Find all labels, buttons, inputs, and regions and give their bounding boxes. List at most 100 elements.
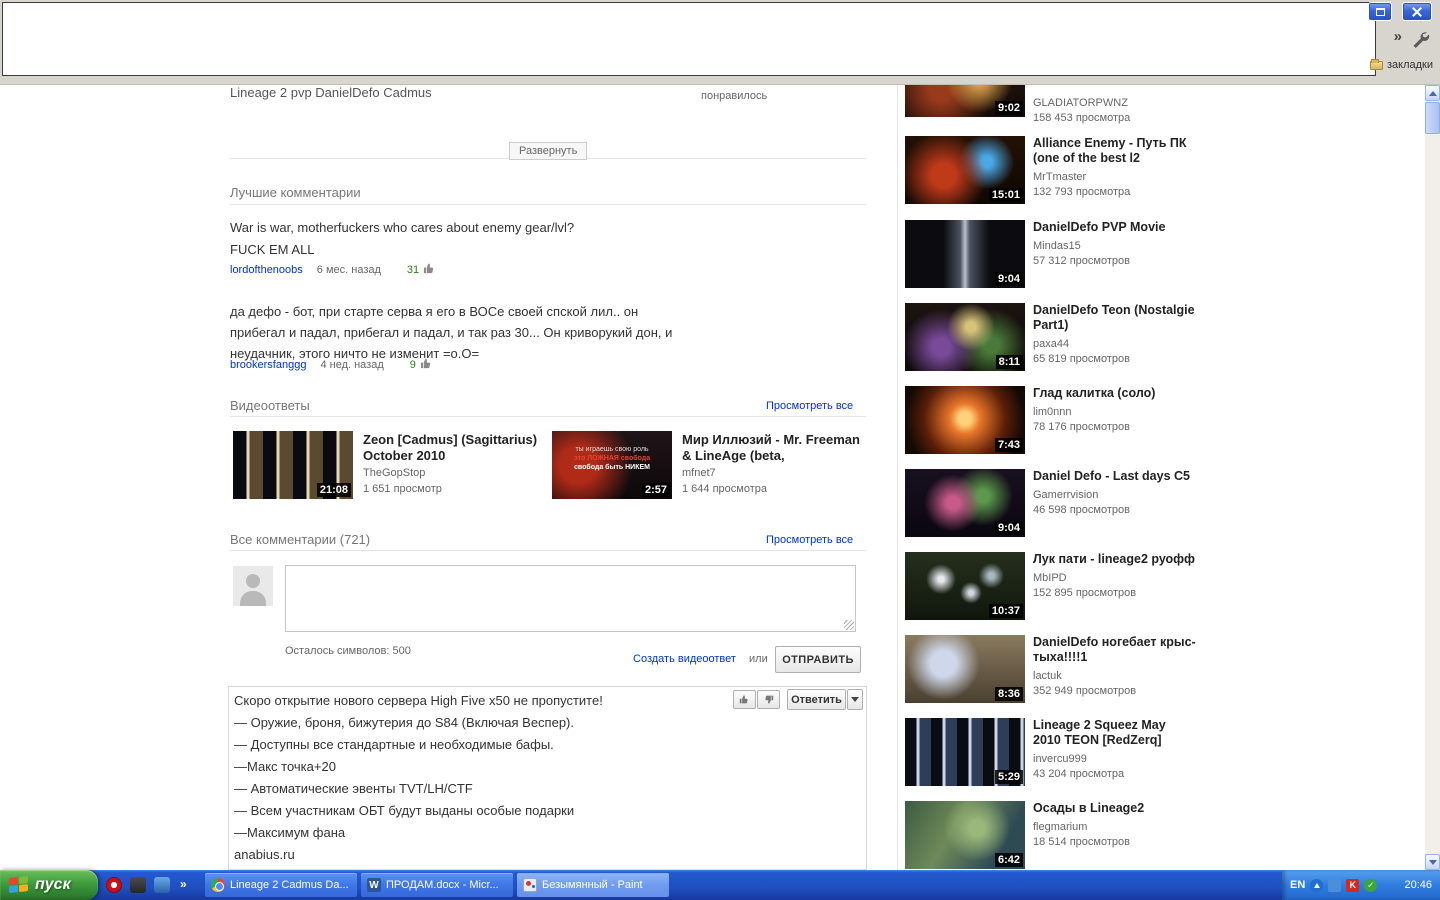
opera-icon[interactable] <box>106 877 122 893</box>
bookmarks-label: закладки <box>1386 59 1433 71</box>
video-responses-view-all-link[interactable]: Просмотреть все <box>766 400 853 412</box>
video-author[interactable]: lactuk <box>1033 669 1196 684</box>
video-thumbnail[interactable]: 9:04 <box>905 469 1025 537</box>
video-thumbnail[interactable]: 8:36 <box>905 635 1025 703</box>
video-title-link[interactable]: Daniel Defo - Last days C5 <box>1033 469 1196 484</box>
taskbar-button-browser[interactable]: Lineage 2 Cadmus Da... <box>205 873 357 897</box>
video-author[interactable]: paxa44 <box>1033 337 1196 352</box>
window-close-button[interactable] <box>1402 2 1432 21</box>
comment-votes: 31 <box>406 264 420 276</box>
video-author[interactable]: MrTmaster <box>1033 170 1196 185</box>
video-duration: 2:57 <box>641 483 670 497</box>
video-response-thumbnail[interactable]: 21:08 <box>233 431 353 499</box>
video-title-link[interactable]: Лук пати - lineage2 руофф <box>1033 552 1196 567</box>
video-title-link[interactable]: DanielDefo Teon (Nostalgie Part1) <box>1033 303 1196 333</box>
video-title-link[interactable]: Alliance Enemy - Путь ПК (one of the bes… <box>1033 136 1196 166</box>
reply-button[interactable]: Ответить <box>787 689 846 710</box>
video-thumbnail[interactable]: 9:04 <box>905 220 1025 288</box>
address-overlay-box[interactable] <box>2 2 1376 76</box>
video-title-link[interactable]: DanielDefo ногебает крыс-тыха!!!!1 <box>1033 635 1196 665</box>
video-title-link[interactable]: Осады в Lineage2 <box>1033 801 1196 816</box>
video-thumbnail[interactable]: 9:02 <box>905 85 1025 117</box>
taskbar-button-word[interactable]: ПРОДАМ.docx - Micr... <box>361 873 513 897</box>
submit-comment-button[interactable]: ОТПРАВИТЬ <box>775 646 861 673</box>
video-response-info: Zeon [Cadmus] (Sagittarius) October 2010… <box>363 432 541 496</box>
video-author[interactable]: mfnet7 <box>682 467 864 480</box>
related-video-item[interactable]: 10:37 Лук пати - lineage2 руофф MbIPD 152 … <box>905 552 1195 622</box>
language-indicator[interactable]: EN <box>1290 879 1305 891</box>
clock: 20:46 <box>1404 879 1432 891</box>
video-author[interactable]: Mindas15 <box>1033 239 1196 254</box>
other-bookmarks[interactable]: закладки <box>1369 58 1433 71</box>
video-duration: 8:36 <box>994 687 1023 701</box>
related-video-item[interactable]: 9:04 DanielDefo PVP Movie Mindas15 57 312 … <box>905 220 1195 290</box>
video-response-info: Мир Иллюзий - Mr. Freeman & LineAge (bet… <box>682 432 864 496</box>
start-label: пуск <box>35 876 71 893</box>
tray-icon-network[interactable] <box>1328 878 1342 892</box>
related-video-item[interactable]: 8:11 DanielDefo Teon (Nostalgie Part1) pa… <box>905 303 1195 373</box>
related-video-item[interactable]: 9:04 Daniel Defo - Last days C5 Gamerrvis… <box>905 469 1195 539</box>
toolbar-overflow-chevron[interactable]: » <box>1394 28 1402 45</box>
video-author[interactable]: lim0nnn <box>1033 405 1196 420</box>
video-thumbnail[interactable]: 10:37 <box>905 552 1025 620</box>
tray-icon-agent[interactable] <box>1364 878 1378 892</box>
wrench-menu-icon[interactable] <box>1410 30 1430 50</box>
related-video-item[interactable]: 6:42 Осады в Lineage2 flegmarium 18 514 пр… <box>905 801 1195 870</box>
video-title-link[interactable]: Глад калитка (соло) <box>1033 386 1196 401</box>
related-video-item[interactable]: 9:02 GLADIATORPWNZ 158 453 просмотра <box>905 85 1196 124</box>
video-title-link[interactable]: Мир Иллюзий - Mr. Freeman & LineAge (bet… <box>682 432 864 464</box>
video-author[interactable]: GLADIATORPWNZ <box>1033 96 1196 111</box>
video-thumbnail[interactable]: 15:01 <box>905 136 1025 204</box>
start-button[interactable]: пуск <box>0 870 98 900</box>
quick-launch-overflow-chevron[interactable]: » <box>180 877 187 891</box>
comment-input[interactable] <box>285 565 856 632</box>
video-thumbnail[interactable]: 8:11 <box>905 303 1025 371</box>
comment-line: —Макс точка+20 <box>234 759 336 774</box>
video-views: 152 895 просмотров <box>1033 587 1137 599</box>
video-author[interactable]: TheGopStop <box>363 467 541 480</box>
comment-author-link[interactable]: lordofthenoobs <box>230 264 303 276</box>
video-author[interactable]: flegmarium <box>1033 820 1196 835</box>
taskbar-button-paint[interactable]: Безымянный - Paint <box>517 873 669 897</box>
comment-author-link[interactable]: brookersfanggg <box>230 359 306 371</box>
related-video-item[interactable]: 15:01 Alliance Enemy - Путь ПК (one of t… <box>905 136 1195 206</box>
video-title-link[interactable]: Zeon [Cadmus] (Sagittarius) October 2010 <box>363 432 541 464</box>
video-thumbnail[interactable]: 6:42 <box>905 801 1025 869</box>
comment-line: прибегал и падал, прибегал и падал, и та… <box>230 325 673 340</box>
reply-dropdown-button[interactable] <box>847 689 863 710</box>
thumbs-down-button[interactable] <box>757 690 780 709</box>
chars-remaining: Осталось символов: 500 <box>285 645 411 657</box>
video-author[interactable]: MbIPD <box>1033 571 1196 586</box>
page-content: Lineage 2 pvp DanielDefo Cadmus понравил… <box>0 85 1425 870</box>
scroll-down-button[interactable] <box>1425 854 1440 870</box>
video-title-link[interactable]: DanielDefo PVP Movie <box>1033 220 1196 235</box>
window-restore-button[interactable] <box>1368 2 1392 21</box>
thumbs-up-button[interactable] <box>733 690 756 709</box>
desktop-screen: » закладки Lineage 2 pvp DanielDefo Cadm… <box>0 0 1440 900</box>
tray-icon-antivirus[interactable] <box>1346 878 1360 892</box>
arrow-down-icon <box>1428 859 1437 865</box>
related-video-item[interactable]: 5:29 Lineage 2 Squeez May 2010 TEON [Red… <box>905 718 1195 788</box>
video-thumbnail[interactable]: 5:29 <box>905 718 1025 786</box>
quick-launch-icon-3[interactable] <box>154 877 170 893</box>
expand-description-button[interactable]: Развернуть <box>509 142 588 160</box>
create-video-response-link[interactable]: Создать видеоответ <box>633 653 736 665</box>
top-comment-2-text: да дефо - бот, при старте серва я его в … <box>230 301 672 364</box>
scrollbar-thumb[interactable] <box>1425 102 1440 134</box>
related-video-item[interactable]: 7:43 Глад калитка (соло) lim0nnn 78 176 пр… <box>905 386 1195 456</box>
video-author[interactable]: invercu999 <box>1033 752 1196 767</box>
comment-link[interactable]: anabius.ru <box>234 844 739 866</box>
all-comments-view-all-link[interactable]: Просмотреть все <box>766 534 853 546</box>
video-title-link[interactable]: Lineage 2 Squeez May 2010 TEON [RedZerq] <box>1033 718 1196 748</box>
word-icon <box>367 878 381 892</box>
video-author[interactable]: Gamerrvision <box>1033 488 1196 503</box>
related-video-item[interactable]: 8:36 DanielDefo ногебает крыс-тыха!!!!1 l… <box>905 635 1196 705</box>
page-scrollbar[interactable] <box>1425 85 1440 870</box>
quick-launch-icon-2[interactable] <box>130 877 146 893</box>
video-response-thumbnail[interactable]: ты играешь свою роль это ЛОЖНАЯ свобода … <box>552 431 672 499</box>
scroll-up-button[interactable] <box>1425 85 1440 101</box>
tray-icon-language-bar[interactable] <box>1310 878 1324 892</box>
comment-line: FUCK EM ALL <box>230 242 315 257</box>
close-icon <box>1412 7 1422 17</box>
video-thumbnail[interactable]: 7:43 <box>905 386 1025 454</box>
